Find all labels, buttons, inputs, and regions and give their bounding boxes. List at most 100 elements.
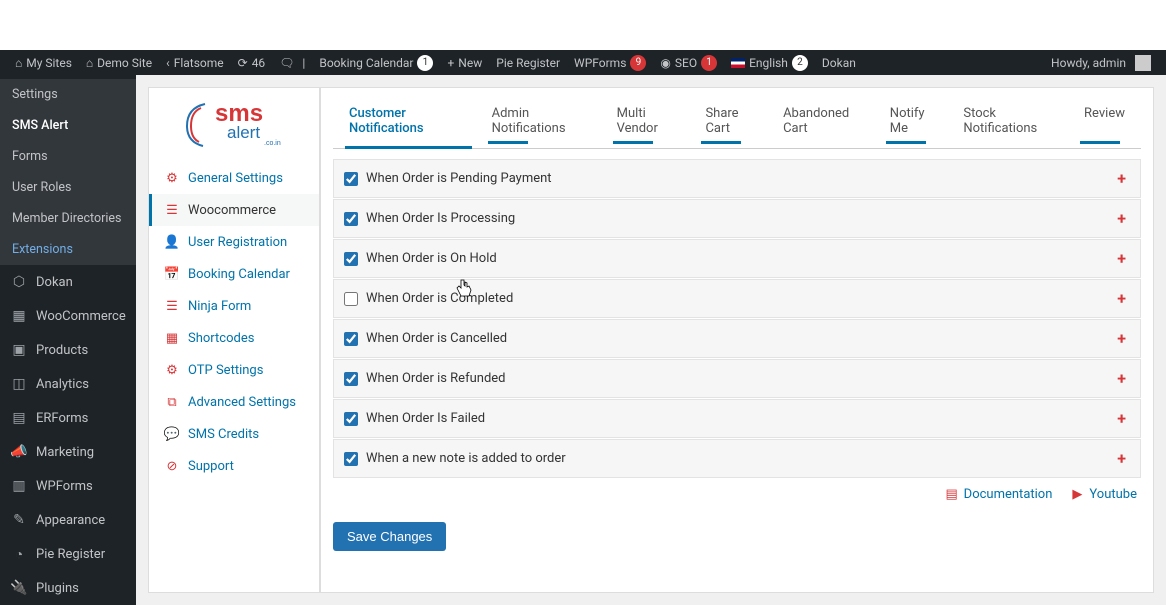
notification-checkbox[interactable] (344, 412, 358, 426)
sms-alert-logo: sms alert .co.in (149, 88, 319, 162)
plugin-nav-user-registration[interactable]: 👤User Registration (149, 226, 319, 258)
adminbar-demo-site[interactable]: ⌂Demo Site (79, 50, 159, 75)
tab-notify-me[interactable]: Notify Me (886, 96, 944, 148)
sidebar-item-dokan[interactable]: ⬡Dokan (0, 265, 136, 299)
sidebar-sub-user-roles[interactable]: User Roles (0, 172, 136, 203)
notification-label: When Order is Completed (366, 291, 513, 306)
sidebar-item-analytics[interactable]: ◫Analytics (0, 367, 136, 401)
divider-icon: | (302, 56, 305, 70)
expand-icon[interactable]: + (1113, 329, 1130, 348)
youtube-icon: ▶ (1070, 488, 1084, 502)
sidebar-sub-settings[interactable]: Settings (0, 79, 136, 110)
footer-links: ▤ Documentation ▶Youtube (321, 479, 1153, 510)
expand-icon[interactable]: + (1113, 289, 1130, 308)
adminbar-updates[interactable]: ⟳46 (231, 50, 273, 75)
notification-checkbox[interactable] (344, 292, 358, 306)
tab-multi-vendor[interactable]: Multi Vendor (613, 96, 686, 148)
sidebar-sub-sms-alert[interactable]: SMS Alert (0, 110, 136, 141)
notification-checkbox[interactable] (344, 372, 358, 386)
notification-checkbox[interactable] (344, 212, 358, 226)
notification-row: When Order is On Hold+ (333, 239, 1141, 278)
tab-share-cart[interactable]: Share Cart (701, 96, 763, 148)
tab-review[interactable]: Review (1080, 96, 1129, 148)
avatar (1135, 55, 1151, 71)
adminbar-flatsome[interactable]: ‹ Flatsome (159, 50, 231, 75)
expand-icon[interactable]: + (1113, 209, 1130, 228)
plugin-nav-otp-settings[interactable]: ⚙OTP Settings (149, 354, 319, 386)
sidebar-sub-extensions[interactable]: Extensions (0, 234, 136, 265)
shortcodes-icon: ▦ (164, 330, 180, 346)
sidebar-item-wpforms[interactable]: ▥WPForms (0, 469, 136, 503)
expand-icon[interactable]: + (1113, 169, 1130, 188)
adminbar-booking-calendar[interactable]: Booking Calendar1 (312, 50, 440, 75)
adminbar-dokan[interactable]: Dokan (815, 50, 863, 75)
plugin-nav-general-settings[interactable]: ⚙General Settings (149, 162, 319, 194)
plugin-nav-booking-calendar[interactable]: 📅Booking Calendar (149, 258, 319, 290)
menu-icon: ▥ (10, 477, 28, 495)
menu-icon: ▦ (10, 307, 28, 325)
sidebar-item-pie-register[interactable]: ◔Pie Register (0, 537, 136, 571)
documentation-link[interactable]: ▤ Documentation (945, 487, 1053, 502)
main-content-pane: Customer Notifications Admin Notification… (320, 87, 1154, 593)
expand-icon[interactable]: + (1113, 249, 1130, 268)
general-settings-icon: ⚙ (164, 170, 180, 186)
sidebar-sub-forms[interactable]: Forms (0, 141, 136, 172)
menu-label: WooCommerce (36, 309, 126, 324)
notification-checkbox[interactable] (344, 252, 358, 266)
plugin-nav-shortcodes[interactable]: ▦Shortcodes (149, 322, 319, 354)
tab-admin-notifications[interactable]: Admin Notifications (488, 96, 597, 148)
notification-checkbox[interactable] (344, 452, 358, 466)
plus-icon: + (447, 56, 454, 70)
tab-abandoned-cart[interactable]: Abandoned Cart (779, 96, 870, 148)
adminbar-my-sites[interactable]: ⌂My Sites (8, 50, 79, 75)
sidebar-item-woocommerce[interactable]: ▦ WooCommerce (0, 299, 136, 333)
plugin-nav-woocommerce[interactable]: ☰Woocommerce (149, 194, 319, 226)
wp-admin-bar: ⌂My Sites ⌂Demo Site ‹ Flatsome ⟳46 🗨| Bo… (0, 50, 1166, 75)
adminbar-seo-label: SEO (675, 56, 697, 70)
plugin-nav-label: Woocommerce (188, 203, 276, 218)
tab-stock-notifications[interactable]: Stock Notifications (959, 96, 1064, 148)
sidebar-item-products[interactable]: ▣Products (0, 333, 136, 367)
sidebar-sub-member-directories[interactable]: Member Directories (0, 203, 136, 234)
documentation-label: Documentation (964, 487, 1053, 502)
menu-label: Appearance (36, 513, 105, 528)
sidebar-item-erforms[interactable]: ▤ERForms (0, 401, 136, 435)
expand-icon[interactable]: + (1113, 449, 1130, 468)
expand-icon[interactable]: + (1113, 369, 1130, 388)
plugin-nav-sms-credits[interactable]: 💬SMS Credits (149, 418, 319, 450)
notification-checkbox[interactable] (344, 172, 358, 186)
chevron-left-icon: ‹ (166, 56, 170, 70)
plugin-nav-label: Ninja Form (188, 299, 251, 314)
adminbar-language[interactable]: English 2 (724, 50, 815, 75)
sidebar-item-appearance[interactable]: ✎Appearance (0, 503, 136, 537)
adminbar-lang-label: English (749, 56, 788, 70)
adminbar-pie-register[interactable]: Pie Register (489, 50, 567, 75)
expand-icon[interactable]: + (1113, 409, 1130, 428)
document-icon: ▤ (945, 488, 959, 502)
adminbar-new[interactable]: +New (440, 50, 489, 75)
notification-label: When a new note is added to order (366, 451, 566, 466)
plugin-nav-advanced-settings[interactable]: ⧉Advanced Settings (149, 386, 319, 418)
tab-customer-notifications[interactable]: Customer Notifications (345, 96, 472, 148)
adminbar-comments[interactable]: 🗨| (272, 50, 312, 75)
notification-label: When Order Is Failed (366, 411, 485, 426)
menu-label: Dokan (36, 275, 73, 290)
sidebar-item-plugins[interactable]: 🔌Plugins (0, 571, 136, 605)
support-icon: ⊘ (164, 458, 180, 474)
booking-calendar-icon: 📅 (164, 266, 180, 282)
notification-row: When Order is Completed + (333, 279, 1141, 318)
notification-checkbox[interactable] (344, 332, 358, 346)
plugin-nav-ninja-form[interactable]: ☰Ninja Form (149, 290, 319, 322)
adminbar-howdy-label: Howdy, admin (1051, 56, 1126, 70)
save-changes-button[interactable]: Save Changes (333, 522, 446, 551)
menu-icon: ▤ (10, 409, 28, 427)
youtube-link[interactable]: ▶Youtube (1070, 487, 1137, 502)
adminbar-booking-cal-label: Booking Calendar (319, 56, 413, 70)
adminbar-wpforms[interactable]: WPForms9 (567, 50, 653, 75)
sidebar-item-marketing[interactable]: 📣Marketing (0, 435, 136, 469)
adminbar-flatsome-label: Flatsome (174, 56, 224, 70)
plugin-nav-support[interactable]: ⊘Support (149, 450, 319, 482)
lang-count-badge: 2 (792, 55, 808, 71)
adminbar-howdy[interactable]: Howdy, admin (1044, 50, 1158, 75)
adminbar-seo[interactable]: ◉SEO1 (653, 50, 724, 75)
